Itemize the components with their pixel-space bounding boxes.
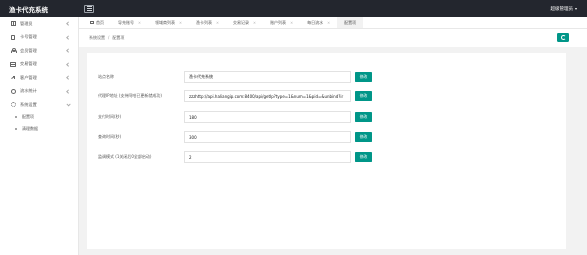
user-menu[interactable]: 超级管理员 [550, 6, 577, 12]
breadcrumb-row: 系统设置 / 配置项 [79, 29, 587, 47]
bullet-icon [15, 116, 17, 119]
config-row-query-time: 查询时间(秒) 300 修改 [87, 130, 566, 144]
modify-button[interactable]: 修改 [355, 72, 372, 82]
config-row-mode: 监调模式 (1关闭后0全部启动) 2 修改 [87, 150, 566, 164]
bullet-icon [15, 127, 17, 130]
tab-card-list[interactable]: 渔卡列表 ✕ [189, 17, 226, 28]
grid-icon [10, 21, 16, 27]
home-icon [90, 20, 94, 25]
arrow-icon [10, 75, 16, 81]
tab-label: 配置项 [344, 19, 357, 25]
sidebar-item-customers[interactable]: 客户管理 [0, 71, 78, 85]
card-icon [10, 61, 16, 67]
sidebar-item-label: 卡号管理 [20, 34, 37, 40]
menu-toggle-icon[interactable] [84, 4, 94, 13]
refresh-icon [560, 35, 566, 40]
config-input[interactable]: 2 [184, 151, 351, 163]
sidebar-subitem-clear[interactable]: 清理数据 [0, 123, 78, 135]
tab-merchants[interactable]: 领域商列表 ✕ [148, 17, 189, 28]
sidebar-item-admin[interactable]: 管理员 [0, 17, 78, 31]
sidebar-subitem-label: 配置项 [22, 114, 34, 120]
config-row-pay-time: 支付时间(秒) 180 修改 [87, 110, 566, 124]
close-icon[interactable]: ✕ [179, 21, 182, 25]
app-title: 渔卡代充系统 [9, 5, 48, 14]
breadcrumb: 系统设置 / 配置项 [89, 35, 124, 41]
close-icon[interactable]: ✕ [327, 21, 330, 25]
chevron-left-icon [66, 89, 71, 94]
tab-daily-flow[interactable]: 每日流水 ✕ [300, 17, 337, 28]
chevron-down-icon [66, 102, 71, 107]
close-icon[interactable]: ✕ [290, 21, 293, 25]
config-label: 查询时间(秒) [98, 134, 122, 139]
tab-label: 首页 [96, 19, 104, 25]
breadcrumb-current: 配置项 [112, 35, 125, 40]
user-icon [10, 48, 17, 54]
caret-down-icon [575, 7, 577, 10]
circle-icon [10, 88, 16, 94]
tab-home[interactable]: 首页 [88, 17, 111, 28]
modify-button[interactable]: 修改 [355, 152, 372, 162]
sidebar-item-label: 交易管理 [20, 61, 37, 67]
tab-label: 导充账号 [118, 19, 134, 25]
tab-label: 账户列表 [270, 19, 287, 25]
chevron-left-icon [66, 48, 71, 53]
config-input[interactable]: 渔卡代充系统 [184, 71, 351, 83]
tab-accounts[interactable]: 账户列表 ✕ [263, 17, 300, 28]
chevron-left-icon [66, 75, 71, 80]
sidebar-item-cards[interactable]: 卡号管理 [0, 31, 78, 45]
tab-bar: 首页 导充账号 ✕ 领域商列表 ✕ 渔卡列表 ✕ 交易记录 ✕ 账户列表 ✕ 每… [79, 17, 587, 29]
modify-button[interactable]: 修改 [355, 132, 372, 142]
chevron-left-icon [66, 21, 71, 26]
config-input[interactable]: 300 [184, 131, 351, 143]
modify-button[interactable]: 修改 [355, 112, 372, 122]
refresh-button[interactable] [557, 33, 569, 42]
close-icon[interactable]: ✕ [216, 21, 219, 25]
sidebar-item-label: 客户管理 [20, 74, 37, 80]
config-card: 站点名称 渔卡代充系统 修改 代理IP地址 (支持阿哈已更新就成功) zzzht… [87, 53, 566, 249]
breadcrumb-separator: / [108, 35, 110, 40]
phone-icon [10, 34, 16, 40]
top-bar: 渔卡代充系统 超级管理员 [0, 0, 587, 17]
modify-button[interactable]: 修改 [355, 91, 372, 101]
sidebar-item-transactions[interactable]: 交易管理 [0, 58, 78, 72]
sidebar-subitem-config[interactable]: 配置项 [0, 112, 78, 124]
sidebar-item-settings[interactable]: 系统设置 [0, 98, 78, 112]
close-icon[interactable]: ✕ [253, 21, 256, 25]
config-label: 站点名称 [98, 74, 114, 79]
chevron-left-icon [66, 62, 71, 67]
tab-import-accounts[interactable]: 导充账号 ✕ [111, 17, 148, 28]
sidebar-item-label: 系统设置 [20, 101, 37, 107]
config-row-site-name: 站点名称 渔卡代充系统 修改 [87, 70, 566, 84]
config-label: 支付时间(秒) [98, 114, 122, 119]
sidebar-subitem-label: 清理数据 [22, 125, 38, 131]
sidebar-item-label: 流水统计 [20, 88, 37, 94]
tab-config[interactable]: 配置项 [337, 17, 364, 28]
tab-label: 每日流水 [307, 19, 324, 25]
config-label: 代理IP地址 (支持阿哈已更新就成功) [98, 93, 162, 98]
user-label: 超级管理员 [550, 6, 574, 12]
sidebar: 管理员 卡号管理 会员管理 交易管理 客户管理 流水统计 系统设置 配置项 清理… [0, 17, 79, 255]
tab-label: 交易记录 [233, 19, 250, 25]
config-input[interactable]: 180 [184, 111, 351, 123]
sidebar-item-label: 会员管理 [20, 47, 37, 53]
gear-icon [10, 102, 16, 108]
tab-label: 领域商列表 [155, 19, 176, 25]
chevron-left-icon [66, 35, 71, 40]
config-label: 监调模式 (1关闭后0全部启动) [98, 154, 152, 159]
close-icon[interactable]: ✕ [138, 21, 141, 25]
config-row-proxy-ip: 代理IP地址 (支持阿哈已更新就成功) zzzhttp://api.halian… [87, 89, 566, 103]
config-input[interactable]: zzzhttp://api.haliangip.com:8400/api/get… [184, 90, 351, 102]
breadcrumb-parent[interactable]: 系统设置 [89, 35, 105, 41]
sidebar-item-label: 管理员 [20, 20, 33, 26]
sidebar-item-stats[interactable]: 流水统计 [0, 85, 78, 99]
tab-transactions[interactable]: 交易记录 ✕ [226, 17, 263, 28]
sidebar-item-members[interactable]: 会员管理 [0, 44, 78, 58]
tab-label: 渔卡列表 [196, 19, 213, 25]
